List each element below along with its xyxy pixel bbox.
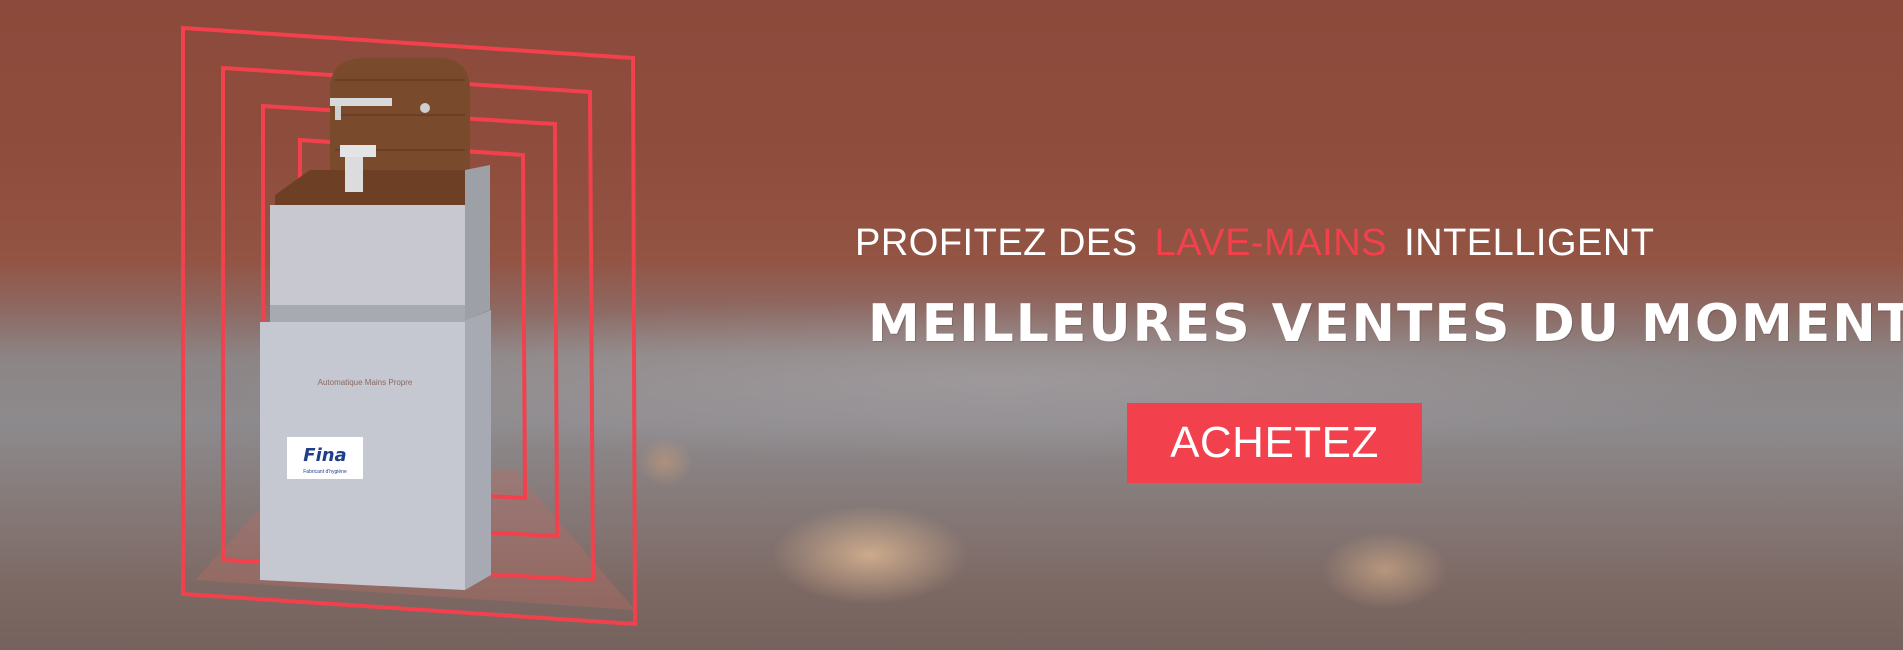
soap-dispenser: [330, 98, 392, 106]
faucet: [340, 145, 376, 157]
subheadline: MEILLEURES VENTES DU MOMENT: [868, 294, 1903, 354]
hero-banner: Automatique Mains Propre Fina Fabricant …: [0, 0, 1903, 650]
headline: PROFITEZ DES LAVE-MAINS INTELLIGENT: [855, 222, 1685, 265]
sensor: [420, 103, 430, 113]
headline-accent: LAVE-MAINS: [1154, 222, 1387, 264]
product-illustration: Automatique Mains Propre Fina Fabricant …: [175, 20, 645, 630]
brand-logo-text: Fina: [303, 445, 346, 466]
buy-now-button[interactable]: ACHETEZ: [1127, 403, 1422, 483]
hand-wash-station-image: Automatique Mains Propre Fina Fabricant …: [181, 25, 638, 627]
cabinet-label: Automatique Mains Propre: [318, 378, 413, 387]
headline-prefix: PROFITEZ DES: [855, 222, 1138, 264]
counter-top: [275, 170, 473, 205]
headline-suffix: INTELLIGENT: [1404, 222, 1655, 264]
basin: [270, 205, 465, 310]
brand-logo-tagline: Fabricant d'hygiène: [303, 469, 347, 475]
